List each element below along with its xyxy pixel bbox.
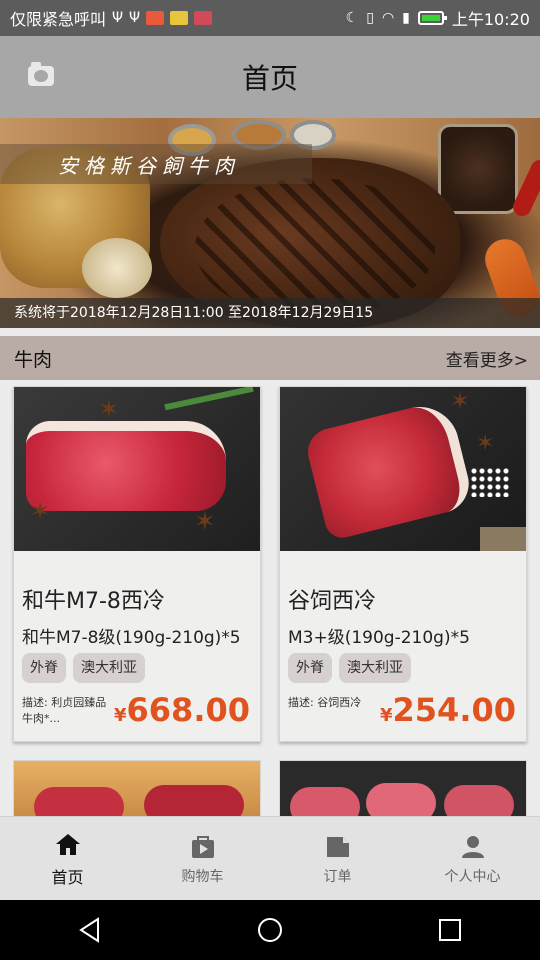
wifi-icon: ◠ (381, 10, 395, 26)
promo-banner[interactable]: 安格斯谷飼牛肉 系统将于2018年12月28日11:00 至2018年12月29… (0, 118, 540, 328)
product-spec: 和牛M7-8级(190g-210g)*5 (22, 628, 241, 648)
product-meat (302, 398, 476, 542)
tab-label: 购物车 (181, 868, 224, 885)
currency-symbol: ¥ (379, 705, 393, 726)
banner-grill-marks (195, 178, 435, 318)
product-desc: 描述: 利贞园臻品牛肉*... (22, 696, 107, 725)
tab-orders[interactable]: 订单 (270, 817, 405, 900)
sim-alert-icon: ▮ (402, 10, 410, 26)
order-icon (326, 836, 349, 857)
product-price: ¥254.00 (380, 691, 516, 729)
rosemary-sprig (164, 387, 254, 411)
product-tag: 澳大利亚 (339, 653, 411, 683)
home-button-icon[interactable] (256, 916, 284, 944)
product-tag: 外脊 (288, 653, 332, 683)
cart-icon (191, 835, 214, 858)
app-notification-icon (194, 11, 213, 25)
salt-crystals (470, 467, 510, 497)
product-card[interactable]: ✶ ✶ 谷饲西冷 M3+级(190g-210g)*5 外脊 澳大利亚 描述: 谷… (279, 386, 527, 742)
currency-symbol: ¥ (113, 705, 127, 726)
product-meat (366, 783, 436, 819)
star-anise-icon: ✶ (98, 395, 120, 425)
product-meat (26, 421, 226, 511)
system-notice: 系统将于2018年12月28日11:00 至2018年12月29日15 (0, 298, 540, 328)
tab-label: 个人中心 (444, 868, 501, 885)
battery-icon (417, 11, 447, 25)
product-tags: 外脊 澳大利亚 (22, 653, 145, 683)
banner-headline: 安格斯谷飼牛肉 (58, 154, 240, 178)
burlap-cloth (480, 527, 526, 551)
status-left: 仅限紧急呼叫 Ψ Ψ (10, 6, 213, 30)
moon-icon: ☾ (345, 10, 359, 26)
system-nav-bar (0, 900, 540, 960)
star-anise-icon: ✶ (30, 497, 51, 525)
star-anise-icon: ✶ (194, 507, 216, 537)
tab-profile[interactable]: 个人中心 (405, 817, 540, 900)
product-price: ¥668.00 (114, 691, 250, 729)
view-more-link[interactable]: 查看更多> (446, 346, 528, 371)
banner-garlic (82, 238, 152, 298)
category-header: 牛肉 查看更多> (0, 336, 540, 380)
category-name: 牛肉 (14, 348, 53, 371)
vibrate-icon: ▯ (366, 10, 374, 26)
product-tag: 澳大利亚 (73, 653, 145, 683)
app-bar: 首页 (0, 36, 540, 118)
product-image: ✶ ✶ (280, 387, 526, 551)
tab-home[interactable]: 首页 (0, 817, 135, 900)
product-meat (444, 785, 514, 819)
person-icon (461, 835, 484, 858)
page-title: 首页 (241, 62, 298, 95)
banner-pepper-jar (438, 124, 518, 214)
star-anise-icon: ✶ (476, 431, 495, 456)
camera-icon[interactable] (28, 62, 54, 86)
status-right: ☾ ▯ ◠ ▮ 上午10:20 (346, 6, 530, 30)
star-anise-icon: ✶ (450, 387, 471, 415)
tab-label: 订单 (323, 868, 352, 885)
weibo-icon (170, 11, 189, 25)
price-value: 254.00 (392, 691, 516, 729)
product-desc: 描述: 谷饲西冷 (288, 696, 362, 709)
status-time: 上午10:20 (451, 10, 530, 29)
carrier-text: 仅限紧急呼叫 (10, 10, 107, 29)
product-tag: 外脊 (22, 653, 66, 683)
product-meat (144, 785, 244, 819)
app-notification-icon (146, 11, 165, 25)
product-tags: 外脊 澳大利亚 (288, 653, 411, 683)
back-icon[interactable] (76, 916, 104, 944)
status-bar: 仅限紧急呼叫 Ψ Ψ ☾ ▯ ◠ ▮ 上午10:20 (0, 0, 540, 36)
product-spec: M3+级(190g-210g)*5 (288, 628, 470, 648)
product-card-partial[interactable] (13, 760, 261, 820)
screen: 仅限紧急呼叫 Ψ Ψ ☾ ▯ ◠ ▮ 上午10:20 首页 安格斯谷飼牛肉 系统… (0, 0, 540, 960)
usb-icon: Ψ (129, 10, 141, 26)
home-icon (55, 833, 80, 855)
price-value: 668.00 (126, 691, 250, 729)
product-title: 和牛M7-8西冷 (22, 589, 165, 614)
product-card-partial[interactable] (279, 760, 527, 820)
recents-icon[interactable] (436, 916, 464, 944)
tab-label: 首页 (51, 867, 84, 887)
product-title: 谷饲西冷 (288, 589, 377, 614)
tab-cart[interactable]: 购物车 (135, 817, 270, 900)
bottom-tab-bar: 首页 购物车 订单 个人中心 (0, 816, 540, 900)
product-card[interactable]: ✶ ✶ ✶ 和牛M7-8西冷 和牛M7-8级(190g-210g)*5 外脊 澳… (13, 386, 261, 742)
usb-icon: Ψ (112, 10, 124, 26)
product-image: ✶ ✶ ✶ (14, 387, 260, 551)
